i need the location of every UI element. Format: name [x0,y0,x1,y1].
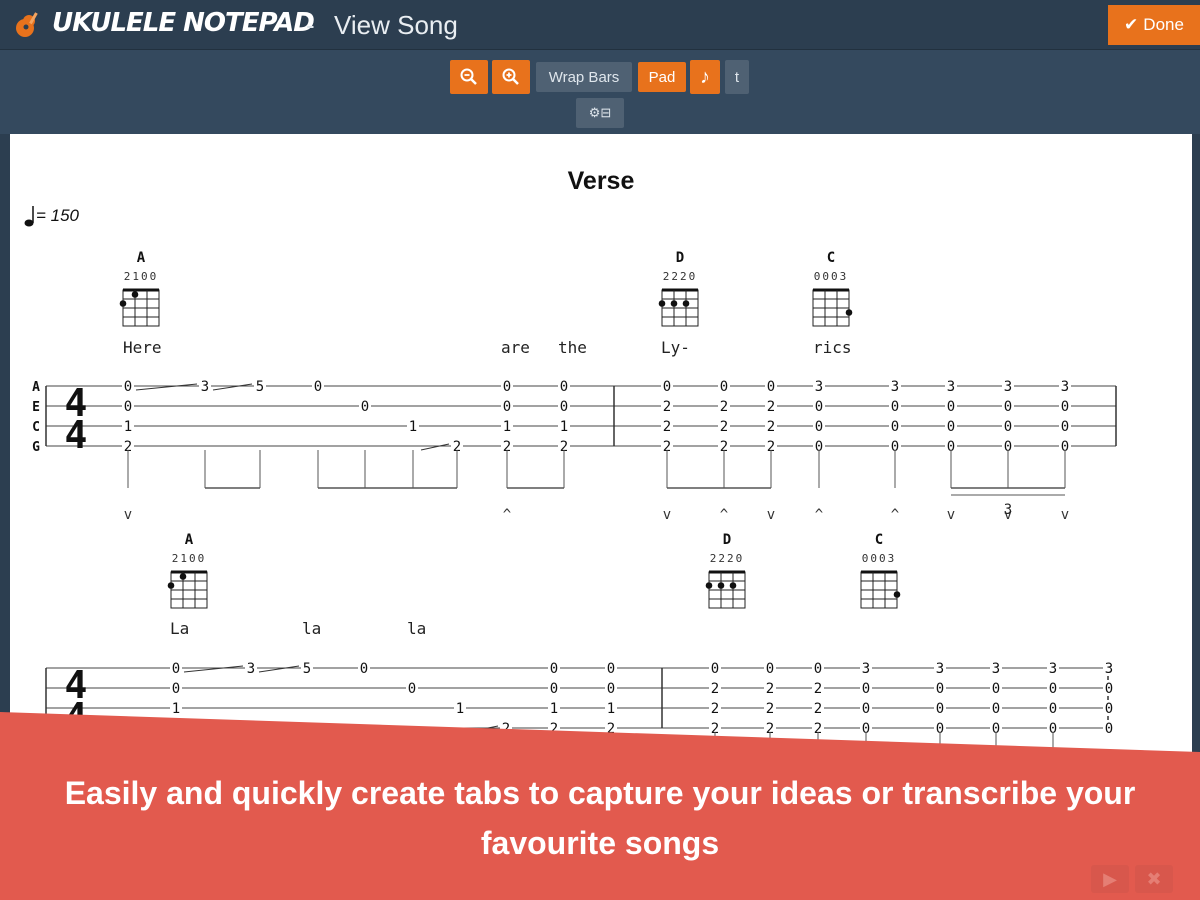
play-icon: ▶ [1103,868,1117,889]
promo-line-1: Easily and quickly create tabs to captur… [64,775,1136,811]
close-icon: ✖ [1146,868,1162,889]
promo-banner-text: Easily and quickly create tabs to captur… [0,768,1200,868]
close-button[interactable]: ✖ [1135,865,1173,893]
promo-line-2: favourite songs [480,825,720,861]
promo-banner-shape [0,712,1200,900]
play-button[interactable]: ▶ [1091,865,1129,893]
